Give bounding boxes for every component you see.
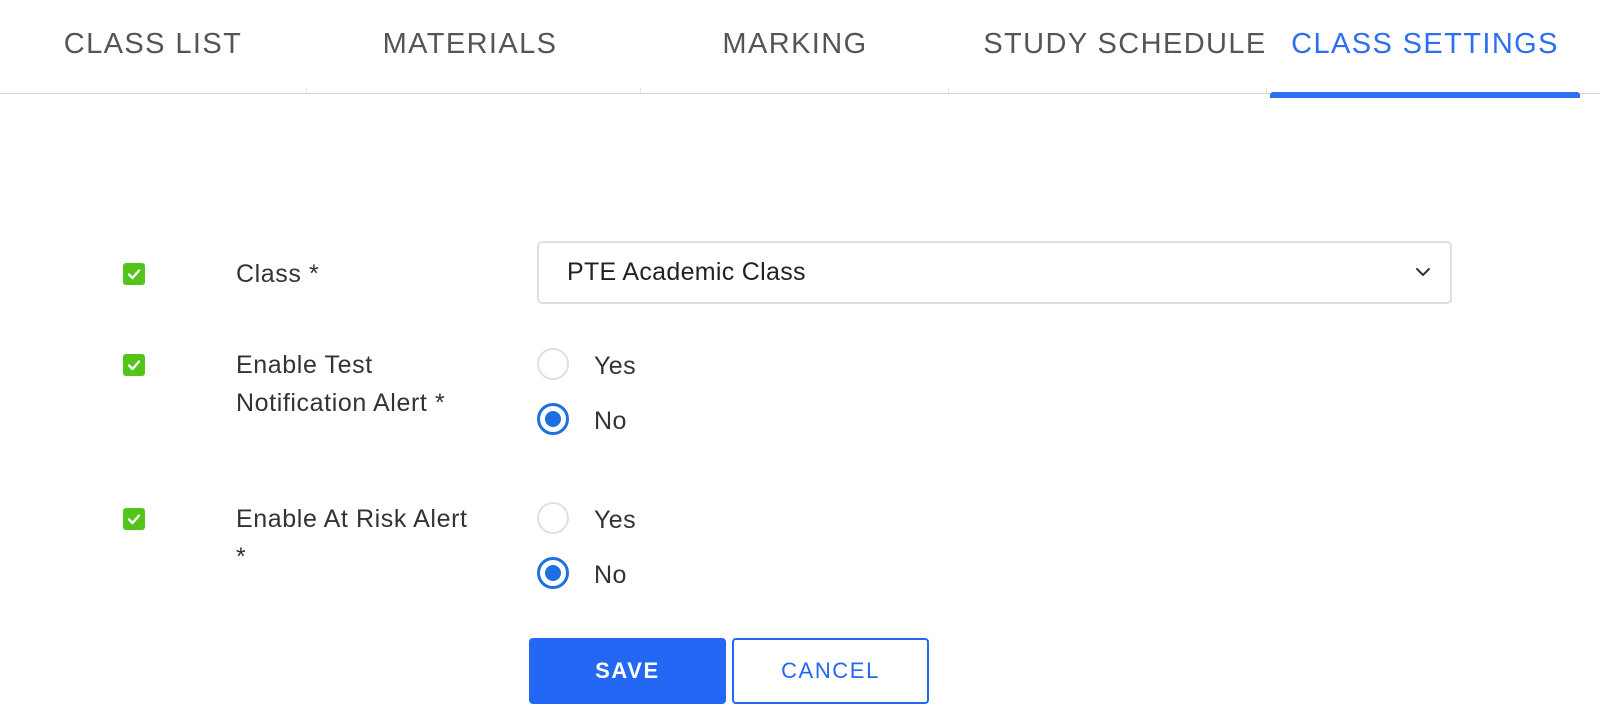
class-enabled-checkbox[interactable] xyxy=(123,263,145,285)
at-risk-no-radio[interactable] xyxy=(537,557,569,589)
test-notification-label-line2: Notification Alert * xyxy=(236,389,446,417)
test-notification-label-line1: Enable Test xyxy=(236,351,373,379)
class-select-value: PTE Academic Class xyxy=(567,258,806,286)
class-select[interactable]: PTE Academic Class xyxy=(537,241,1452,304)
tab-bar: CLASS LIST MATERIALS MARKING STUDY SCHED… xyxy=(0,0,1600,98)
test-notification-yes-label[interactable]: Yes xyxy=(594,350,636,382)
tab-marking[interactable]: MARKING xyxy=(670,0,920,94)
test-notification-no-label[interactable]: No xyxy=(594,405,627,437)
class-label: Class * xyxy=(236,260,320,288)
at-risk-label: Enable At Risk Alert * xyxy=(236,500,468,576)
tab-class-list[interactable]: CLASS LIST xyxy=(28,0,278,94)
at-risk-yes-label[interactable]: Yes xyxy=(594,504,636,536)
tab-study-schedule[interactable]: STUDY SCHEDULE xyxy=(960,0,1290,94)
test-notification-no-radio[interactable] xyxy=(537,403,569,435)
class-settings-page: CLASS LIST MATERIALS MARKING STUDY SCHED… xyxy=(0,0,1600,728)
tab-class-settings[interactable]: CLASS SETTINGS xyxy=(1270,0,1580,94)
active-tab-indicator xyxy=(1270,92,1580,98)
save-button[interactable]: SAVE xyxy=(529,638,726,704)
chevron-down-icon xyxy=(1416,268,1430,276)
check-icon xyxy=(127,269,141,280)
test-notification-yes-radio[interactable] xyxy=(537,348,569,380)
at-risk-yes-radio[interactable] xyxy=(537,502,569,534)
at-risk-label-line2: * xyxy=(236,543,247,571)
test-notification-enabled-checkbox[interactable] xyxy=(123,354,145,376)
at-risk-no-label[interactable]: No xyxy=(594,559,627,591)
test-notification-label: Enable Test Notification Alert * xyxy=(236,346,445,422)
at-risk-enabled-checkbox[interactable] xyxy=(123,508,145,530)
at-risk-label-line1: Enable At Risk Alert xyxy=(236,505,468,533)
cancel-button[interactable]: CANCEL xyxy=(732,638,929,704)
check-icon xyxy=(127,360,141,371)
tab-materials[interactable]: MATERIALS xyxy=(345,0,595,94)
check-icon xyxy=(127,514,141,525)
